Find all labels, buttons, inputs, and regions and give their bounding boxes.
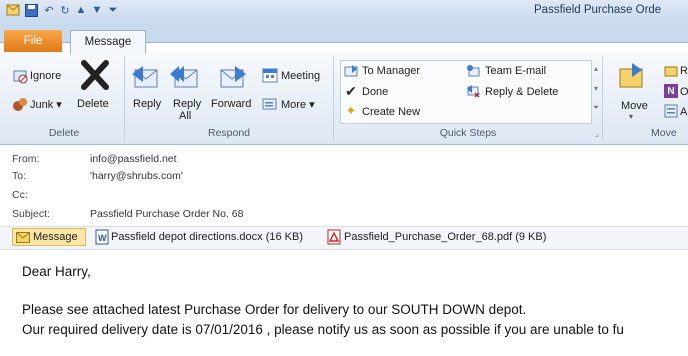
more-respond-icon[interactable]: [262, 96, 278, 112]
create-new-icon[interactable]: ✦: [344, 103, 358, 118]
reply-delete-icon[interactable]: [466, 84, 480, 98]
reply-button[interactable]: Reply: [133, 98, 161, 110]
body-line-2: Our required delivery date is 07/01/2016…: [22, 322, 624, 337]
subject-label: Subject:: [12, 208, 50, 220]
to-label: To:: [12, 170, 27, 182]
reply-delete-step[interactable]: Reply & Delete: [485, 86, 558, 98]
delete-group-label: Delete: [48, 127, 80, 139]
delete-icon[interactable]: [78, 58, 112, 92]
ignore-icon[interactable]: [12, 68, 28, 84]
reply-all-icon[interactable]: [166, 60, 200, 94]
meeting-button[interactable]: Meeting: [281, 70, 320, 82]
actions-button[interactable]: A: [680, 106, 687, 118]
save-icon[interactable]: [24, 3, 38, 17]
junk-icon[interactable]: [12, 96, 28, 112]
done-check-icon[interactable]: ✔: [344, 83, 358, 99]
body-line-1: Please see attached latest Purchase Orde…: [22, 302, 527, 317]
more-button[interactable]: More ▾: [281, 98, 315, 111]
forward-icon[interactable]: [216, 60, 250, 94]
rules-icon[interactable]: [664, 64, 678, 78]
move-button[interactable]: Move: [621, 100, 648, 112]
actions-icon[interactable]: [664, 104, 678, 118]
from-value[interactable]: info@passfield.net: [90, 153, 177, 165]
quick-steps-scroll-down-icon[interactable]: ▾: [591, 82, 601, 94]
customize-qat-icon[interactable]: ⏷: [106, 3, 120, 17]
previous-item-icon[interactable]: ▲: [74, 3, 88, 17]
junk-button[interactable]: Junk ▾: [30, 98, 62, 111]
tab-message[interactable]: Message: [70, 30, 146, 54]
quick-steps-dialog-launcher-icon[interactable]: ⌟: [592, 128, 602, 138]
tab-file[interactable]: File: [4, 30, 62, 52]
rules-button[interactable]: R: [680, 65, 688, 77]
onenote-button[interactable]: O: [680, 86, 688, 98]
respond-group-label: Respond: [207, 127, 251, 139]
to-value[interactable]: 'harry@shrubs.com': [90, 170, 183, 182]
meeting-icon[interactable]: [262, 67, 278, 83]
quick-steps-scroll-up-icon[interactable]: ▴: [591, 62, 601, 74]
title-bar: ↶ ↻ ▲ ▼ ⏷ Passfield Purchase Orde: [0, 0, 688, 22]
quick-steps-group-label: Quick Steps: [439, 127, 497, 139]
create-new-step[interactable]: Create New: [362, 106, 420, 118]
next-item-icon[interactable]: ▼: [90, 3, 104, 17]
attachment-docx[interactable]: Passfield depot directions.docx (16 KB): [111, 231, 303, 243]
to-manager-step[interactable]: To Manager: [362, 65, 420, 77]
svg-text:W: W: [98, 233, 107, 243]
move-folder-icon[interactable]: [617, 60, 647, 92]
window-title: Passfield Purchase Orde: [534, 4, 662, 16]
body-greeting: Dear Harry,: [22, 264, 91, 279]
forward-button[interactable]: Forward: [211, 98, 251, 110]
onenote-icon[interactable]: N: [664, 84, 678, 98]
pdf-icon: [327, 229, 341, 245]
message-tab-label[interactable]: Message: [33, 231, 78, 243]
team-email-step[interactable]: Team E-mail: [485, 65, 546, 77]
from-label: From:: [12, 153, 40, 165]
delete-button[interactable]: Delete: [77, 98, 109, 110]
move-group-label: Move: [651, 127, 677, 139]
reply-all-button[interactable]: Reply: [173, 98, 201, 110]
outlook-envelope-icon: [6, 3, 20, 17]
reply-icon[interactable]: [128, 60, 162, 94]
cc-label: Cc:: [12, 189, 28, 201]
subject-value: Passfield Purchase Order No. 68: [90, 208, 244, 220]
move-dropdown-icon[interactable]: ▾: [629, 112, 633, 121]
redo-icon[interactable]: ↻: [58, 3, 72, 17]
ignore-button[interactable]: Ignore: [30, 70, 61, 82]
team-email-icon[interactable]: [466, 64, 480, 78]
attachment-pdf[interactable]: Passfield_Purchase_Order_68.pdf (9 KB): [344, 231, 546, 243]
to-manager-icon[interactable]: [344, 64, 358, 78]
reply-all-button-line2[interactable]: All: [179, 110, 191, 122]
quick-steps-more-icon[interactable]: ⏷: [591, 102, 601, 114]
undo-icon[interactable]: ↶: [42, 3, 56, 17]
word-doc-icon: W: [95, 229, 109, 245]
message-envelope-icon: [16, 231, 30, 243]
done-step[interactable]: Done: [362, 86, 388, 98]
